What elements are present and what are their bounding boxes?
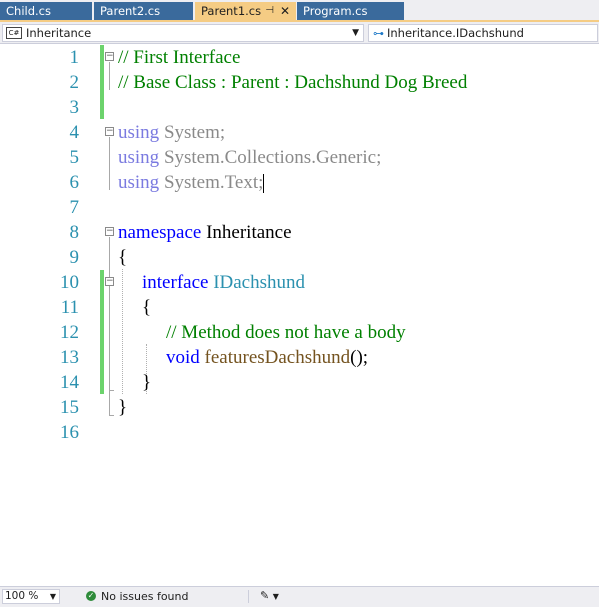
code-line: 1 // First Interface (0, 45, 599, 70)
divider (248, 590, 249, 603)
code-line: 2 // Base Class : Parent : Dachshund Dog… (0, 70, 599, 95)
tab-label: Child.cs (6, 4, 51, 18)
close-icon[interactable]: ✕ (280, 2, 290, 20)
chevron-down-icon: ▼ (352, 28, 359, 38)
zoom-level: 100 % (5, 590, 39, 602)
comment: // Base Class : Parent : Dachshund Dog B… (118, 72, 468, 93)
code-line: 11 { (0, 295, 599, 320)
type-name: IDachshund (208, 272, 306, 293)
code-line: 10 interface IDachshund (0, 270, 599, 295)
code-line: 16 (0, 420, 599, 445)
line-number: 13 (60, 347, 79, 368)
brace: } (142, 372, 152, 393)
issues-indicator[interactable]: ✓ No issues found (86, 590, 188, 604)
chevron-down-icon: ▼ (272, 592, 279, 601)
code-line: 4 using System; (0, 120, 599, 145)
keyword: using (118, 147, 160, 168)
line-number: 5 (69, 147, 80, 168)
check-circle-icon: ✓ (86, 591, 96, 601)
code-line: 9 { (0, 245, 599, 270)
line-number: 2 (69, 72, 80, 93)
line-number: 7 (69, 197, 80, 218)
tab-label: Program.cs (303, 4, 368, 18)
project-name: Inheritance (26, 26, 92, 40)
tab-parent2-cs[interactable]: Parent2.cs (94, 2, 193, 20)
csharp-project-icon: C# (6, 26, 22, 39)
tab-label: Parent1.cs (201, 4, 262, 18)
pin-icon[interactable]: ⊣ (265, 2, 274, 20)
line-number: 15 (60, 397, 79, 418)
keyword: void (166, 347, 200, 368)
code-line: 6 using System.Text; (0, 170, 599, 195)
code-cleanup-button[interactable]: ✎ ▼ (260, 589, 279, 602)
brace: } (118, 397, 128, 418)
editor-status-bar: 100 % ▼ ✓ No issues found ✎ ▼ (0, 586, 599, 607)
line-number: 9 (69, 247, 80, 268)
zoom-dropdown[interactable]: 100 % ▼ (2, 589, 60, 604)
keyword: interface (142, 272, 209, 293)
namespace-ref: System.Text; (159, 172, 264, 193)
using-directive: using System; (118, 120, 225, 145)
interface-declaration: interface IDachshund (142, 270, 305, 295)
text-caret (263, 174, 265, 194)
code-line: 8 namespace Inheritance (0, 220, 599, 245)
namespace-declaration: namespace Inheritance (118, 220, 292, 245)
using-directive: using System.Collections.Generic; (118, 145, 381, 170)
namespace-ref: System; (159, 122, 226, 143)
namespace-name: Inheritance (201, 222, 292, 243)
line-number: 10 (60, 272, 79, 293)
line-number: 12 (60, 322, 79, 343)
method-name: featuresDachshund (204, 347, 351, 368)
line-number: 3 (69, 97, 80, 118)
tab-label: Parent2.cs (100, 4, 161, 18)
code-line: 12 // Method does not have a body (0, 320, 599, 345)
tab-program-cs[interactable]: Program.cs (297, 2, 404, 20)
tab-parent1-cs[interactable]: Parent1.cs ⊣ ✕ (195, 2, 296, 20)
code-editor[interactable]: − − − − 1 // First Interface 2 // Base C… (0, 44, 599, 586)
navigation-bar: C# Inheritance ▼ ⊶ Inheritance.IDachshund (0, 22, 599, 44)
member-name: Inheritance.IDachshund (387, 26, 524, 40)
line-number: 8 (69, 222, 80, 243)
tab-child-cs[interactable]: Child.cs (0, 2, 92, 20)
interface-icon: ⊶ (373, 26, 384, 40)
keyword: using (118, 172, 160, 193)
comment: // First Interface (118, 47, 241, 68)
document-tab-strip: Child.cs Parent2.cs Parent1.cs ⊣ ✕ Progr… (0, 0, 599, 22)
using-directive: using System.Text; (118, 170, 265, 195)
code-line: 3 (0, 95, 599, 120)
namespace-ref: System.Collections.Generic; (159, 147, 382, 168)
brace: { (142, 297, 152, 318)
method-declaration: void featuresDachshund(); (166, 345, 368, 370)
comment: // Method does not have a body (166, 322, 406, 343)
code-line: 13 void featuresDachshund(); (0, 345, 599, 370)
line-number: 16 (60, 422, 79, 443)
line-number: 6 (69, 172, 80, 193)
line-number: 1 (69, 47, 80, 68)
code-line: 7 (0, 195, 599, 220)
code-line: 15 } (0, 395, 599, 420)
keyword: namespace (118, 222, 202, 243)
line-number: 4 (69, 122, 80, 143)
method-params: (); (350, 347, 369, 368)
code-line: 5 using System.Collections.Generic; (0, 145, 599, 170)
project-dropdown[interactable]: C# Inheritance ▼ (2, 24, 364, 42)
chevron-down-icon: ▼ (49, 592, 56, 601)
line-number: 11 (60, 297, 79, 318)
line-number: 14 (60, 372, 79, 393)
brace: { (118, 247, 128, 268)
code-line: 14 } (0, 370, 599, 395)
keyword: using (118, 122, 160, 143)
member-dropdown[interactable]: ⊶ Inheritance.IDachshund (368, 24, 598, 42)
brush-icon: ✎ (260, 589, 270, 602)
issues-text: No issues found (101, 590, 189, 603)
